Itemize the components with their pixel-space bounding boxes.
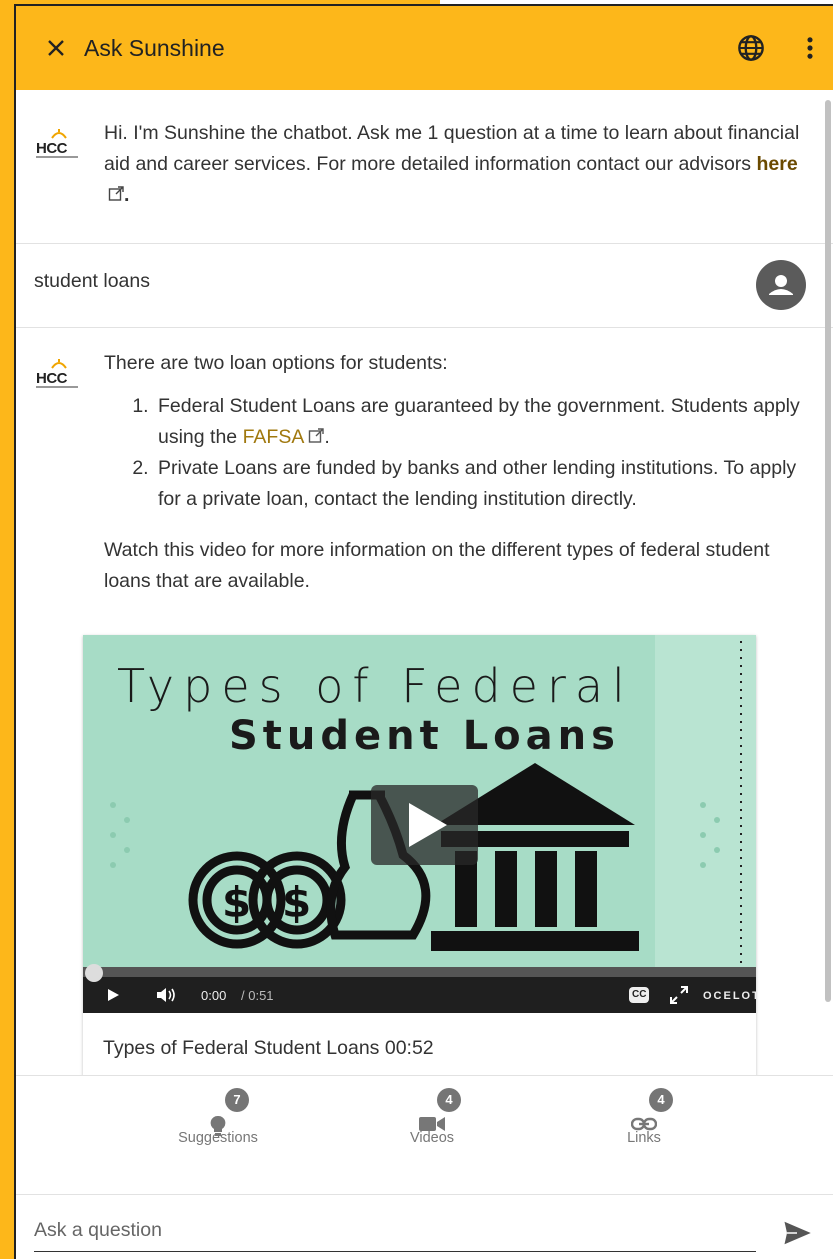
watch-video-text: Watch this video for more information on… (104, 539, 770, 592)
more-vert-icon[interactable] (799, 34, 821, 62)
videos-label: Videos (409, 1130, 455, 1146)
current-time: 0:00 (201, 988, 227, 1003)
send-icon[interactable] (782, 1218, 812, 1248)
hcc-logo: HCC (36, 128, 84, 158)
chat-header: Ask Sunshine (16, 6, 833, 90)
video-card: $ $ Types of Federal Student Loans 0:00 … (83, 635, 756, 1075)
external-link-icon (309, 428, 325, 443)
logo-text: HCC (36, 370, 68, 387)
user-avatar-icon (756, 260, 806, 310)
advisors-link[interactable]: here (756, 153, 797, 175)
fafsa-link[interactable]: FAFSA (243, 426, 305, 448)
user-message: student loans (16, 244, 833, 328)
ocelot-brand: OCELOT (703, 990, 756, 1002)
videos-button[interactable]: 4 Videos (367, 1076, 497, 1196)
input-divider (16, 1194, 833, 1195)
bottom-toolbar: 7 Suggestions 4 Videos 4 Links (16, 1075, 833, 1195)
video-caption: Types of Federal Student Loans 00:52 (103, 1037, 434, 1059)
videos-count-badge: 4 (437, 1088, 461, 1112)
suggestions-label: Suggestions (178, 1130, 258, 1146)
user-message-text: student loans (34, 270, 151, 292)
hcc-logo: HCC (36, 358, 84, 388)
bot-message-answer: HCC There are two loan options for stude… (16, 328, 833, 597)
ask-question-input[interactable] (34, 1212, 756, 1248)
scrollbar[interactable] (825, 100, 831, 1002)
links-button[interactable]: 4 Links (579, 1076, 709, 1196)
globe-icon[interactable] (737, 34, 765, 62)
chat-window: Ask Sunshine HCC Hi. I'm Sunshine the ch… (14, 4, 833, 1259)
logo-text: HCC (36, 140, 68, 157)
svg-text:$: $ (282, 878, 311, 927)
links-count-badge: 4 (649, 1088, 673, 1112)
welcome-text: Hi. I'm Sunshine the chatbot. Ask me 1 q… (104, 122, 800, 206)
video-progress-bar[interactable] (83, 967, 756, 977)
close-icon[interactable] (42, 34, 70, 62)
video-duration: / 0:51 (241, 988, 274, 1003)
external-link-icon (108, 186, 124, 201)
list-item: Federal Student Loans are guaranteed by … (154, 391, 815, 453)
bot-message-welcome: HCC Hi. I'm Sunshine the chatbot. Ask me… (16, 90, 833, 244)
play-button[interactable] (371, 785, 478, 865)
conversation-area[interactable]: HCC Hi. I'm Sunshine the chatbot. Ask me… (16, 90, 833, 1075)
play-icon[interactable] (105, 987, 121, 1003)
video-title-line2: Student Loans (229, 713, 620, 759)
loan-options-list: Federal Student Loans are guaranteed by … (154, 391, 815, 515)
question-input-field (34, 1212, 756, 1252)
answer-intro: There are two loan options for students: (104, 352, 448, 374)
svg-text:$: $ (222, 878, 251, 927)
answer-body: There are two loan options for students:… (104, 348, 815, 597)
volume-icon[interactable] (155, 987, 177, 1003)
list-item: Private Loans are funded by banks and ot… (154, 453, 815, 515)
links-label: Links (627, 1130, 661, 1146)
video-title-line1: Types of Federal (117, 659, 634, 713)
suggestions-button[interactable]: 7 Suggestions (153, 1076, 283, 1196)
fullscreen-icon[interactable] (669, 985, 689, 1005)
suggestions-count-badge: 7 (225, 1088, 249, 1112)
chat-title: Ask Sunshine (84, 34, 225, 61)
progress-handle[interactable] (85, 964, 103, 982)
video-player[interactable]: $ $ Types of Federal Student Loans 0:00 … (83, 635, 756, 1013)
